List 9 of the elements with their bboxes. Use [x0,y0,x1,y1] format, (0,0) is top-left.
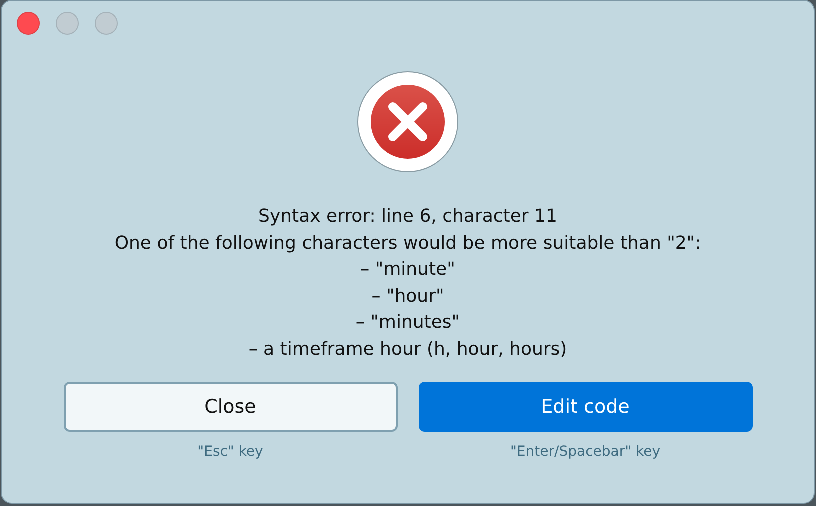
close-window-button[interactable] [17,12,40,35]
minimize-window-button[interactable] [56,12,79,35]
shortcut-hint: "Enter/Spacebar" key [510,444,660,460]
edit-code-button[interactable]: Edit code [418,382,752,432]
error-icon [357,71,459,173]
shortcut-hint: "Esc" key [198,444,264,460]
zoom-window-button[interactable] [95,12,118,35]
error-message: Syntax error: line 6, character 11 One of the following characters would be more suitable than "2": – "minute" – "hour" – "minutes" – a timeframe hour (h, hour, hours) [114,205,702,362]
close-button[interactable]: Close [64,382,398,432]
